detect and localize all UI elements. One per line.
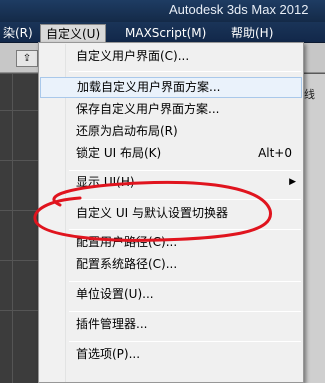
menu-separator (69, 311, 301, 312)
menu-separator (69, 341, 301, 342)
menu-separator (69, 229, 301, 230)
menu-item-configure-user-paths[interactable]: 配置用户路径(C)... (40, 232, 302, 253)
command-panel-label: 线 (304, 88, 315, 101)
menu-item-label: 自定义用户界面(C)... (76, 49, 190, 63)
submenu-arrow-icon: ▶ (289, 177, 296, 187)
menu-item-label: 单位设置(U)... (76, 287, 154, 301)
menu-item-label: 保存自定义用户界面方案... (76, 102, 220, 116)
customize-dropdown-menu: 自定义用户界面(C)... 加载自定义用户界面方案... 保存自定义用户界面方案… (38, 42, 304, 383)
menu-maxscript[interactable]: MAXScript(M) (120, 24, 211, 42)
menu-bar: 染(R) 自定义(U) MAXScript(M) 帮助(H) (0, 22, 325, 43)
viewport-grid-line (12, 74, 13, 383)
undo-icon[interactable]: ⇪ (16, 50, 38, 67)
menu-item-ui-defaults-switcher[interactable]: 自定义 UI 与默认设置切换器 (40, 203, 302, 224)
menu-item-lock-ui-layout[interactable]: 锁定 UI 布局(K) Alt+0 (40, 143, 302, 164)
menu-item-label: 加载自定义用户界面方案... (77, 80, 221, 94)
menu-customize[interactable]: 自定义(U) (40, 24, 107, 42)
viewport-grid-line (0, 260, 42, 261)
menu-item-preferences[interactable]: 首选项(P)... (40, 344, 302, 365)
menu-item-label: 配置系统路径(C)... (76, 257, 178, 271)
menu-item-label: 锁定 UI 布局(K) (76, 146, 162, 160)
menu-separator (69, 71, 301, 72)
viewport-grid-line (0, 110, 42, 111)
menu-item-load-ui-scheme[interactable]: 加载自定义用户界面方案... (40, 77, 302, 98)
window-title: Autodesk 3ds Max 2012 (169, 2, 309, 17)
menu-item-plugin-manager[interactable]: 插件管理器... (40, 314, 302, 335)
viewport-grid-line (0, 210, 42, 211)
menu-item-label: 还原为启动布局(R) (76, 124, 178, 138)
menu-separator (69, 281, 301, 282)
menu-item-shortcut: Alt+0 (258, 146, 292, 160)
menu-item-label: 插件管理器... (76, 317, 148, 331)
menu-item-units-setup[interactable]: 单位设置(U)... (40, 284, 302, 305)
viewport-grid-line (0, 310, 42, 311)
menu-item-label: 首选项(P)... (76, 347, 141, 361)
menu-help[interactable]: 帮助(H) (226, 24, 278, 42)
menu-render[interactable]: 染(R) (0, 24, 38, 42)
menu-item-revert-startup-layout[interactable]: 还原为启动布局(R) (40, 121, 302, 142)
viewport-grid-line (0, 160, 42, 161)
menu-item-label: 显示 UI(H) (76, 175, 135, 189)
menu-item-label: 自定义 UI 与默认设置切换器 (76, 206, 228, 220)
menu-separator (69, 199, 301, 200)
menu-separator (69, 170, 301, 171)
menu-item-customize-ui[interactable]: 自定义用户界面(C)... (40, 46, 302, 67)
title-bar: Autodesk 3ds Max 2012 (0, 0, 325, 22)
menu-item-show-ui[interactable]: 显示 UI(H) ▶ (40, 172, 302, 193)
menu-item-configure-system-paths[interactable]: 配置系统路径(C)... (40, 254, 302, 275)
menu-item-save-ui-scheme[interactable]: 保存自定义用户界面方案... (40, 99, 302, 120)
menu-item-label: 配置用户路径(C)... (76, 235, 178, 249)
